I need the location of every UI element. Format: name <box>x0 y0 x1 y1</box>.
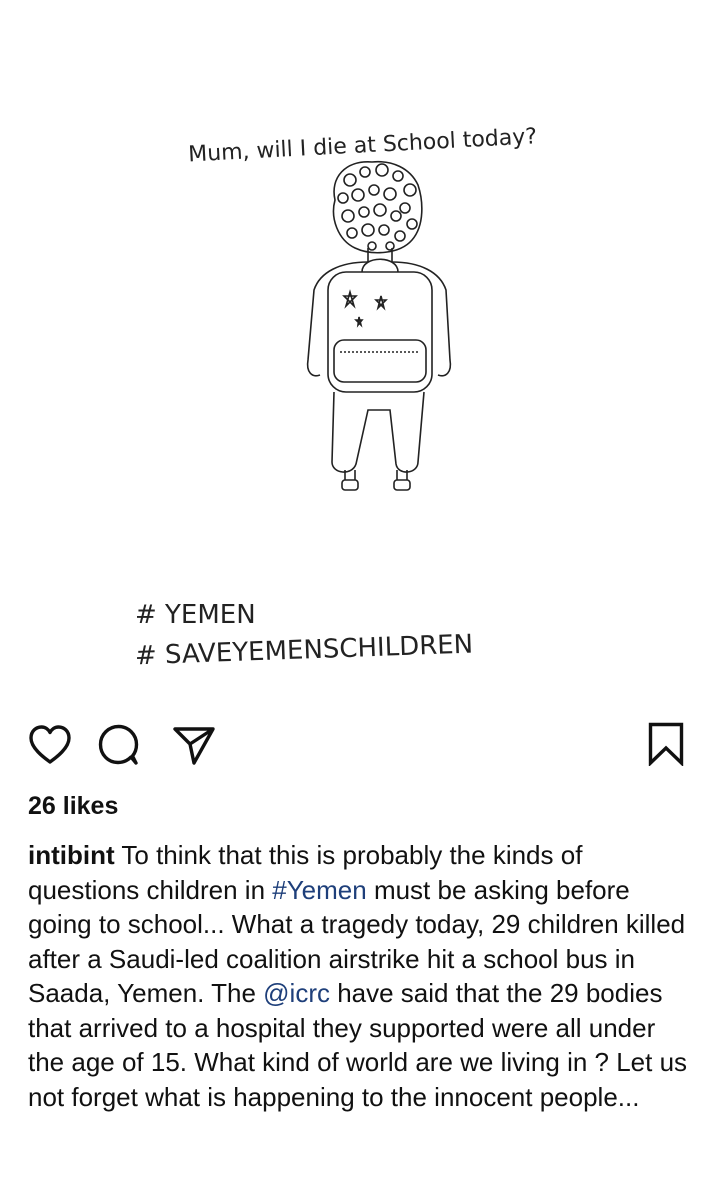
likes-count[interactable]: 26 likes <box>28 792 118 821</box>
paper-plane-icon[interactable] <box>172 726 216 771</box>
post-image[interactable]: Mum, will I die at School today? # YEMEN… <box>0 0 710 705</box>
comment-icon[interactable] <box>98 724 140 771</box>
post-action-bar <box>0 712 710 774</box>
post-caption: intibint To think that this is probably … <box>28 838 698 1114</box>
curly-hair <box>332 160 423 254</box>
bookmark-icon[interactable] <box>648 722 684 771</box>
child-drawing <box>306 160 452 491</box>
heart-icon[interactable] <box>28 725 72 770</box>
illustration-hashtag-saveyemenschildren: # SAVEYEMENSCHILDREN <box>134 630 473 672</box>
caption-username[interactable]: intibint <box>28 840 115 870</box>
caption-hashtag-yemen[interactable]: #Yemen <box>272 875 366 905</box>
caption-mention-icrc[interactable]: @icrc <box>263 978 330 1008</box>
illustration-hashtag-yemen: # YEMEN <box>135 600 256 630</box>
backpack <box>327 258 433 393</box>
illustration-question-text: Mum, will I die at School today? <box>188 124 538 167</box>
